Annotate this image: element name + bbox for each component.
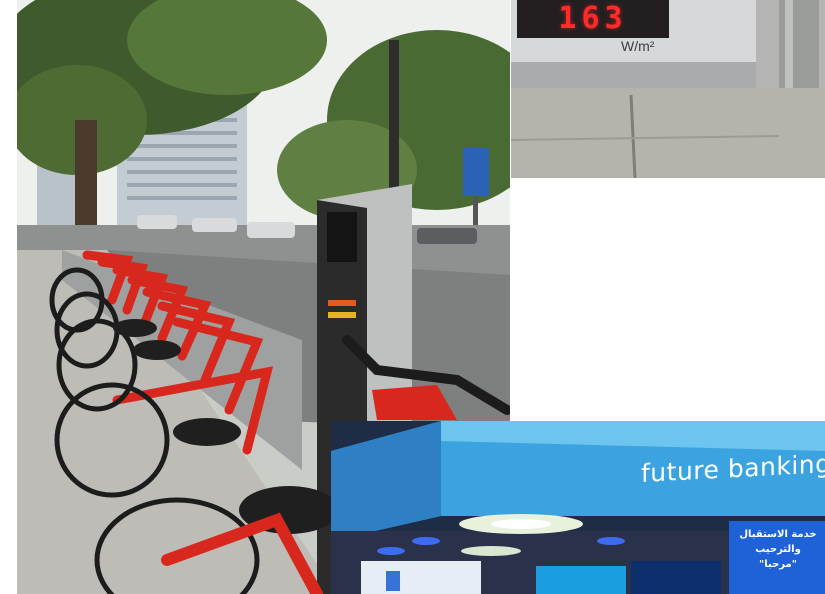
arabic-line-2: والترحيب "مرحبا" <box>755 544 801 570</box>
irradiance-reading: 163 <box>517 0 669 38</box>
irradiance-unit: W/m² <box>621 38 655 54</box>
bank-branch-photo: future banking خدمة الاستقبال والترحيب "… <box>331 421 825 594</box>
photo-collage: 163 W/m² future banking خدمة الاستقبال و… <box>0 0 825 594</box>
arabic-line-1: خدمة الاستقبال <box>739 529 817 540</box>
irradiance-meter-photo: 163 W/m² <box>511 0 825 178</box>
arabic-welcome-sign: خدمة الاستقبال والترحيب "مرحبا" <box>735 527 821 572</box>
